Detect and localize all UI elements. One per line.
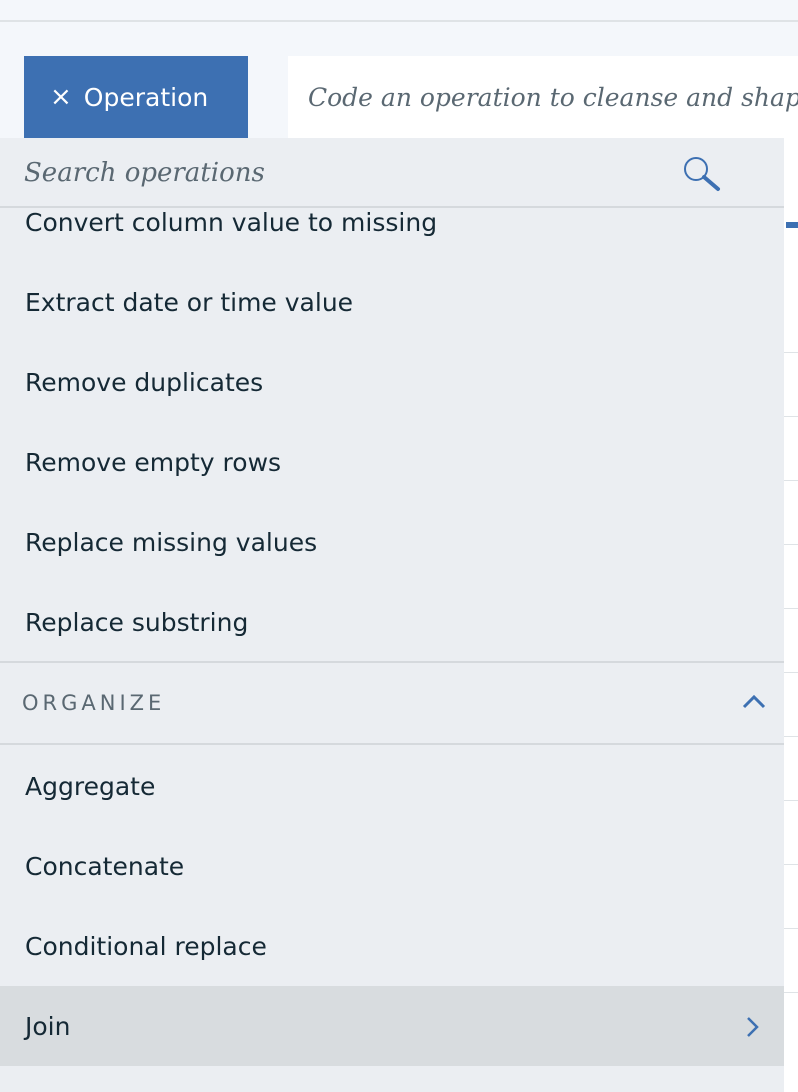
top-header-strip (0, 0, 798, 22)
search-operations-input[interactable] (24, 150, 624, 196)
operation-item-join[interactable]: Join (0, 986, 784, 1066)
operation-item-concatenate[interactable]: Concatenate (0, 826, 784, 906)
search-icon[interactable] (682, 156, 722, 192)
code-operation-input[interactable]: Code an operation to cleanse and shape y… (288, 56, 798, 138)
operation-item-label: Replace substring (25, 607, 249, 637)
close-operation-button[interactable]: × Operation (24, 56, 248, 138)
operation-item-label: Concatenate (25, 851, 185, 881)
operations-panel: Convert column value to missing Extract … (0, 138, 784, 1092)
chevron-up-icon (742, 694, 766, 710)
operation-item-aggregate[interactable]: Aggregate (0, 746, 784, 826)
operation-item-conditional-replace[interactable]: Conditional replace (0, 906, 784, 986)
operation-item-convert-column-value-to-missing[interactable]: Convert column value to missing (0, 208, 784, 270)
operation-item-replace-missing-values[interactable]: Replace missing values (0, 502, 784, 582)
chevron-right-icon (746, 1015, 760, 1037)
operation-item-extract-date-or-time-value[interactable]: Extract date or time value (0, 262, 784, 342)
section-header-organize[interactable]: ORGANIZE (0, 661, 784, 745)
code-operation-placeholder: Code an operation to cleanse and shape y… (308, 82, 798, 112)
section-title: ORGANIZE (22, 691, 166, 715)
operation-item-label: Replace missing values (25, 527, 318, 557)
column-accent-bar (786, 222, 798, 228)
operation-item-label: Remove empty rows (25, 447, 282, 477)
operation-item-label: Conditional replace (25, 931, 267, 961)
operation-item-label: Remove duplicates (25, 367, 264, 397)
operation-item-label: Aggregate (25, 771, 156, 801)
operation-item-remove-empty-rows[interactable]: Remove empty rows (0, 422, 784, 502)
operation-item-remove-duplicates[interactable]: Remove duplicates (0, 342, 784, 422)
search-bar (0, 138, 784, 208)
operation-item-replace-substring[interactable]: Replace substring (0, 582, 784, 662)
operation-item-label: Join (25, 1011, 71, 1041)
operation-button-label: Operation (83, 82, 209, 112)
operation-item-label: Convert column value to missing (25, 208, 438, 237)
close-icon: × (50, 82, 72, 112)
operation-item-label: Extract date or time value (25, 287, 354, 317)
data-table-edge (784, 138, 798, 1092)
